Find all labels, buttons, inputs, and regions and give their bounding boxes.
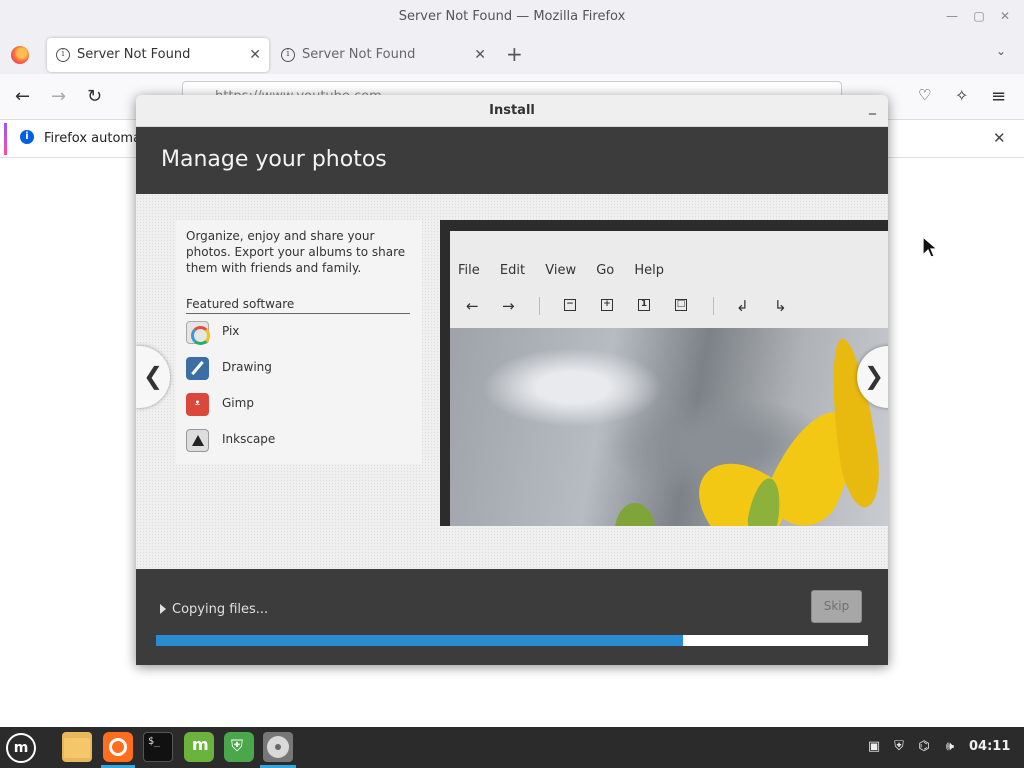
terminal-icon[interactable]: $_ bbox=[143, 732, 173, 762]
close-icon[interactable]: ✕ bbox=[998, 9, 1012, 23]
install-dialog: Install _ Manage your photos Organize, e… bbox=[136, 95, 888, 665]
network-icon[interactable]: ⌬ bbox=[916, 739, 932, 755]
tab-label: Server Not Found bbox=[302, 47, 416, 62]
volume-icon[interactable]: 🕪 bbox=[942, 739, 958, 755]
toolbar-separator bbox=[539, 297, 540, 315]
expander-triangle-icon bbox=[160, 604, 166, 614]
clock[interactable]: 04:11 bbox=[969, 739, 1010, 754]
dialog-titlebar: Install _ bbox=[136, 95, 888, 127]
menu-view: View bbox=[545, 263, 577, 278]
menu-go: Go bbox=[596, 263, 615, 278]
tab-server-not-found-1[interactable]: i Server Not Found ✕ bbox=[47, 38, 269, 72]
mintinstall-icon[interactable]: m bbox=[184, 732, 214, 762]
tab-close-icon[interactable]: ✕ bbox=[474, 38, 486, 72]
firefox-icon[interactable] bbox=[103, 732, 133, 762]
tab-close-icon[interactable]: ✕ bbox=[249, 38, 261, 72]
menu-icon[interactable]: ≡ bbox=[991, 86, 1006, 107]
info-icon: i bbox=[20, 130, 34, 144]
drawing-icon bbox=[186, 357, 209, 380]
minimize-icon[interactable]: _ bbox=[869, 99, 876, 115]
app-label: Drawing bbox=[222, 360, 272, 374]
rotate-left-icon: ↲ bbox=[736, 297, 749, 315]
flower-photo bbox=[450, 328, 888, 526]
leaf-shape bbox=[615, 503, 655, 526]
browser-titlebar: Server Not Found — Mozilla Firefox — ▢ ✕ bbox=[0, 0, 1024, 34]
mouse-cursor-icon bbox=[922, 235, 939, 258]
slide-heading: Manage your photos bbox=[161, 147, 387, 172]
install-progress-bar bbox=[156, 635, 868, 646]
app-label: Pix bbox=[222, 324, 240, 338]
inkscape-icon bbox=[186, 429, 209, 452]
skip-button[interactable]: Skip bbox=[811, 590, 862, 623]
slide-description: Organize, enjoy and share your photos. E… bbox=[186, 229, 406, 275]
pix-icon bbox=[186, 321, 210, 345]
mint-menu-icon[interactable]: m bbox=[6, 733, 36, 763]
forward-arrow-icon: → bbox=[502, 297, 515, 315]
dialog-footer: Copying files... Skip bbox=[136, 569, 888, 665]
dialog-title: Install bbox=[489, 103, 535, 118]
app-label: Inkscape bbox=[222, 432, 276, 446]
install-status[interactable]: Copying files... bbox=[160, 602, 268, 617]
shield-tray-icon[interactable]: ⛨ bbox=[891, 739, 907, 755]
window-title: Server Not Found — Mozilla Firefox bbox=[398, 9, 626, 24]
featured-software-heading: Featured software bbox=[186, 297, 410, 314]
info-icon: i bbox=[281, 48, 295, 62]
clipboard-icon[interactable]: ▣ bbox=[866, 739, 882, 755]
info-icon: i bbox=[56, 48, 70, 62]
new-tab-plus-icon[interactable]: + bbox=[506, 42, 523, 66]
app-screenshot: File Edit View Go Help ← → − + 1 □ ↲ ↳ bbox=[440, 220, 888, 526]
notification-accent bbox=[4, 123, 7, 155]
app-item-pix: Pix bbox=[186, 314, 412, 350]
maximize-icon[interactable]: ▢ bbox=[972, 9, 986, 23]
rotate-right-icon: ↳ bbox=[774, 297, 787, 315]
installer-disc-icon[interactable] bbox=[263, 732, 293, 762]
screenshot-window: File Edit View Go Help ← → − + 1 □ ↲ ↳ bbox=[450, 231, 888, 526]
slide-description-card: Organize, enjoy and share your photos. E… bbox=[176, 220, 422, 464]
app-label: Gimp bbox=[222, 396, 254, 410]
notification-text: Firefox automa bbox=[44, 131, 142, 146]
dialog-header: Manage your photos bbox=[136, 127, 888, 194]
slide-body: Organize, enjoy and share your photos. E… bbox=[136, 194, 888, 569]
gimp-icon: ᵜ bbox=[186, 393, 209, 416]
status-text: Copying files... bbox=[172, 602, 269, 617]
forward-arrow-icon[interactable]: → bbox=[51, 86, 66, 107]
notification-close-icon[interactable]: ✕ bbox=[993, 129, 1006, 147]
back-arrow-icon[interactable]: ← bbox=[15, 86, 30, 107]
toolbar-separator bbox=[713, 297, 714, 315]
firefox-logo-icon[interactable] bbox=[11, 46, 29, 64]
menu-help: Help bbox=[634, 263, 665, 278]
minimize-icon[interactable]: — bbox=[945, 9, 959, 23]
tab-label: Server Not Found bbox=[77, 47, 191, 62]
tab-server-not-found-2[interactable]: i Server Not Found ✕ bbox=[272, 38, 494, 72]
files-folder-icon[interactable] bbox=[62, 732, 92, 762]
taskbar: m $_ m ⛨ ▣ ⛨ ⌬ 🕪 04:11 bbox=[0, 727, 1024, 768]
extensions-icon[interactable]: ✧ bbox=[955, 86, 968, 105]
update-shield-icon[interactable]: ⛨ bbox=[224, 732, 254, 762]
pocket-icon[interactable]: ♡ bbox=[918, 86, 931, 104]
progress-fill bbox=[156, 635, 683, 646]
screenshot-menubar: File Edit View Go Help bbox=[458, 263, 680, 278]
menu-file: File bbox=[458, 263, 480, 278]
chevron-down-icon[interactable]: ⌄ bbox=[996, 44, 1006, 58]
app-item-drawing: Drawing bbox=[186, 350, 412, 386]
app-item-inkscape: Inkscape bbox=[186, 422, 412, 458]
menu-edit: Edit bbox=[499, 263, 526, 278]
app-item-gimp: ᵜ Gimp bbox=[186, 386, 412, 422]
back-arrow-icon: ← bbox=[466, 297, 479, 315]
reload-icon[interactable]: ↻ bbox=[87, 86, 102, 107]
